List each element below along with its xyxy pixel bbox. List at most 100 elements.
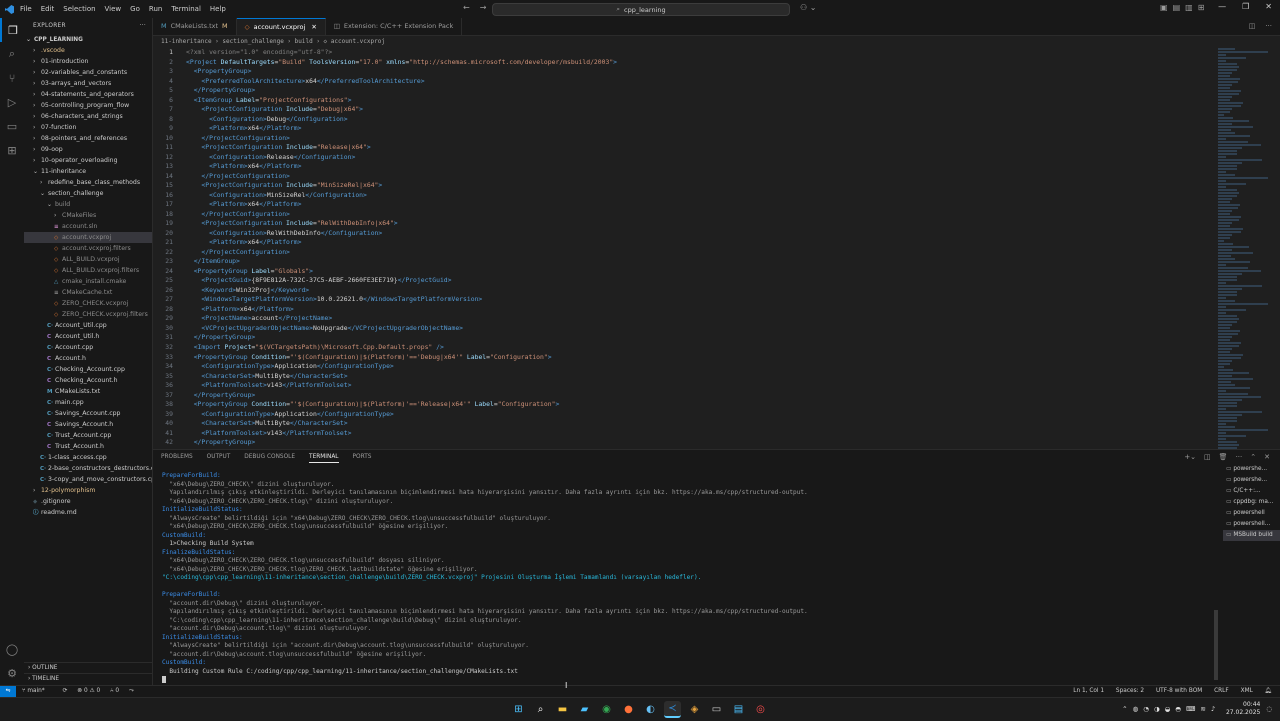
source-control-icon[interactable]: ⑂ <box>0 66 24 90</box>
menu-run[interactable]: Run <box>149 5 162 13</box>
menu-terminal[interactable]: Terminal <box>171 5 201 13</box>
timeline-section[interactable]: › TIMELINE <box>24 673 156 685</box>
back-arrow-icon[interactable]: ← <box>463 3 470 12</box>
indentation[interactable]: Spaces: 2 <box>1116 688 1144 694</box>
new-terminal-icon[interactable]: +⌄ <box>1184 453 1196 461</box>
problems-status[interactable]: ⊗ 0 ⚠ 0 <box>77 688 100 694</box>
file-item[interactable]: ◇ ALL_BUILD.vcxproj <box>24 254 152 265</box>
terminal-instance[interactable]: ▭ C/C++:... <box>1223 486 1280 497</box>
folder-item[interactable]: › 07-function <box>24 122 152 133</box>
folder-item[interactable]: › 05-controlling_program_flow <box>24 100 152 111</box>
file-item[interactable]: ⓘ readme.md <box>24 507 152 518</box>
sync-icon[interactable]: ⟳ <box>63 688 68 694</box>
menu-help[interactable]: Help <box>210 5 226 13</box>
file-item[interactable]: ◇ account.vcxproj.filters <box>24 243 152 254</box>
notepad-icon[interactable]: ▤ <box>730 701 747 718</box>
explorer-icon[interactable]: ❐ <box>0 18 24 42</box>
file-item[interactable]: ◇ ZERO_CHECK.vcxproj <box>24 298 152 309</box>
file-item[interactable]: C· Trust_Account.cpp <box>24 430 152 441</box>
tray-app-icon[interactable]: ◔ <box>1143 705 1149 713</box>
taskbar-search-icon[interactable]: ⌕ <box>532 701 549 718</box>
command-center-search[interactable]: ⌕ cpp_learning <box>492 3 790 16</box>
terminal-instance[interactable]: ▭ powershell... <box>1223 519 1280 530</box>
toggle-secondary-sidebar-icon[interactable]: ▥ <box>1185 3 1193 12</box>
folder-item[interactable]: ⌄ build <box>24 199 152 210</box>
file-item[interactable]: C Account_Util.h <box>24 331 152 342</box>
panel-tab-debug-console[interactable]: DEBUG CONSOLE <box>244 454 295 463</box>
file-item[interactable]: C· Account_Util.cpp <box>24 320 152 331</box>
manage-gear-icon[interactable]: ⚙ <box>0 661 24 685</box>
folder-item[interactable]: › 12-polymorphism <box>24 485 152 496</box>
file-item[interactable]: C· Account.cpp <box>24 342 152 353</box>
maximize-panel-icon[interactable]: ⌃ <box>1250 453 1256 461</box>
steam-icon[interactable]: ◐ <box>642 701 659 718</box>
close-tab-icon[interactable]: ✕ <box>311 23 316 31</box>
more-actions-icon[interactable]: ··· <box>140 18 146 34</box>
file-item[interactable]: ◇ account.vcxproj <box>24 232 152 243</box>
search-icon[interactable]: ⌕ <box>0 42 24 66</box>
end-of-line[interactable]: CRLF <box>1214 688 1229 694</box>
code-editor[interactable]: 1 <?xml version="1.0" encoding="utf-8"?> 2… <box>153 48 1213 446</box>
close-panel-icon[interactable]: ✕ <box>1264 453 1270 461</box>
file-item[interactable]: C· 3-copy_and_move_constructors.cpp <box>24 474 152 485</box>
terminal-scrollbar[interactable] <box>1214 610 1218 680</box>
folder-item[interactable]: › 08-pointers_and_references <box>24 133 152 144</box>
menu-edit[interactable]: Edit <box>41 5 55 13</box>
folder-item[interactable]: › redefine_base_class_methods <box>24 177 152 188</box>
file-item[interactable]: ≡ account.sln <box>24 221 152 232</box>
file-item[interactable]: ◇ ZERO_CHECK.vcxproj.filters <box>24 309 152 320</box>
notification-center-icon[interactable]: ◌ <box>1266 705 1272 713</box>
blender-icon[interactable]: ◈ <box>686 701 703 718</box>
copilot-icon[interactable]: ⚇ ⌄ <box>800 3 816 12</box>
folder-item[interactable]: › 02-variables_and_constants <box>24 67 152 78</box>
panel-tab-terminal[interactable]: TERMINAL <box>309 454 339 463</box>
terminal-output[interactable]: PrepareForBuild: "x64\Debug\ZERO_CHECK\"… <box>162 472 1212 684</box>
toggle-sidebar-icon[interactable]: ▣ <box>1160 3 1168 12</box>
live-share-icon[interactable]: ⤳ <box>129 688 134 694</box>
chevron-up-icon[interactable]: ⌃ <box>1122 705 1127 713</box>
branch-status[interactable]: ⑂ main* <box>22 688 53 694</box>
file-item[interactable]: C Account.h <box>24 353 152 364</box>
menu-selection[interactable]: Selection <box>63 5 95 13</box>
terminal-instance[interactable]: ▭ MSBuild build <box>1223 530 1280 541</box>
folder-item[interactable]: › .vscode <box>24 45 152 56</box>
folder-item[interactable]: › 03-arrays_and_vectors <box>24 78 152 89</box>
menu-go[interactable]: Go <box>130 5 140 13</box>
cursor-position[interactable]: Ln 1, Col 1 <box>1073 688 1104 694</box>
terminal-instance[interactable]: ▭ powershell <box>1223 508 1280 519</box>
restore-icon[interactable]: ❐ <box>1242 2 1249 11</box>
more-actions-icon[interactable]: ··· <box>1265 22 1272 30</box>
folder-item[interactable]: › 01-introduction <box>24 56 152 67</box>
tray-app-icon[interactable]: ◍ <box>1133 705 1139 713</box>
accounts-icon[interactable]: ◯ <box>0 637 24 661</box>
tab-account-vcxproj[interactable]: ◇ account.vcxproj ✕ <box>236 18 326 35</box>
folder-item[interactable]: › 10-operator_overloading <box>24 155 152 166</box>
volume-icon[interactable]: ♪ <box>1211 705 1215 713</box>
panel-tab-output[interactable]: OUTPUT <box>207 454 231 463</box>
extensions-icon[interactable]: ⊞ <box>0 138 24 162</box>
tab-extension-c-c-extension-pack[interactable]: ◫ Extension: C/C++ Extension Pack <box>326 18 463 35</box>
forward-arrow-icon[interactable]: → <box>480 3 487 12</box>
file-item[interactable]: △ cmake_install.cmake <box>24 276 152 287</box>
encoding[interactable]: UTF-8 with BOM <box>1156 688 1202 694</box>
ports-status[interactable]: ⑃ 0 <box>110 688 119 694</box>
clock[interactable]: 00:44 27.02.2025 <box>1226 701 1260 717</box>
recorder-icon[interactable]: ◎ <box>752 701 769 718</box>
file-item[interactable]: ◇ ALL_BUILD.vcxproj.filters <box>24 265 152 276</box>
notifications-bell-icon[interactable]: 🔔︎ <box>1265 688 1272 694</box>
close-icon[interactable]: ✕ <box>1265 2 1272 11</box>
wifi-icon[interactable]: ≋ <box>1200 705 1205 713</box>
vscode-taskbar-icon[interactable]: ≺ <box>664 701 681 718</box>
folder-item[interactable]: › 09-oop <box>24 144 152 155</box>
tray-app-icon[interactable]: ◑ <box>1154 705 1160 713</box>
run-debug-icon[interactable]: ▷ <box>0 90 24 114</box>
terminal-taskbar-icon[interactable]: ▭ <box>708 701 725 718</box>
file-item[interactable]: ≡ CMakeCache.txt <box>24 287 152 298</box>
file-item[interactable]: C Checking_Account.h <box>24 375 152 386</box>
kill-terminal-icon[interactable]: 🗑 <box>1219 453 1228 461</box>
toggle-panel-icon[interactable]: ▤ <box>1173 3 1181 12</box>
keyboard-icon[interactable]: ⌨ <box>1186 705 1195 713</box>
menu-view[interactable]: View <box>105 5 122 13</box>
terminal-instance[interactable]: ▭ powershe... <box>1223 475 1280 486</box>
split-editor-icon[interactable]: ◫ <box>1249 22 1256 30</box>
